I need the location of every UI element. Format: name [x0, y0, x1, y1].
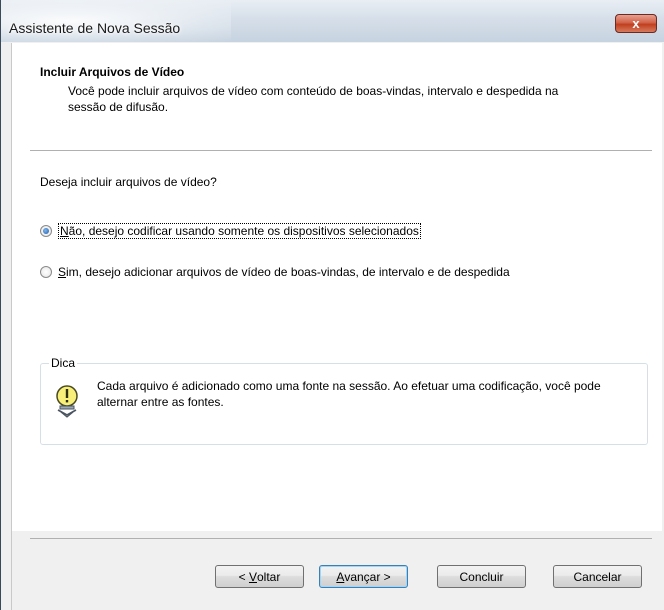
option-add-video[interactable]: Sim, desejo adicionar arquivos de vídeo … — [40, 265, 510, 279]
back-mnemonic: V — [248, 569, 257, 584]
radio-no-video[interactable] — [40, 225, 52, 237]
tip-text: Cada arquivo é adicionado como uma fonte… — [97, 379, 601, 409]
option-no-video-label[interactable]: Não, desejo codificar usando somente os … — [58, 223, 421, 239]
cancel-button[interactable]: Cancelar — [553, 565, 642, 588]
mnemonic-n: N — [60, 224, 69, 238]
footer-divider — [30, 538, 652, 539]
next-mnemonic: A — [336, 569, 345, 584]
tip-groupbox: Dica Cada arquivo é adicionado como uma … — [40, 356, 648, 445]
page-description: Você pode incluir arquivos de vídeo com … — [68, 84, 559, 114]
page-title: Incluir Arquivos de Vídeo — [40, 65, 185, 79]
next-label: vançar > — [344, 569, 391, 584]
lightbulb-icon — [56, 385, 78, 418]
close-button[interactable]: x — [615, 14, 657, 33]
next-button[interactable]: Avançar > — [319, 565, 408, 588]
wizard-window: Assistente de Nova Sessão x Incluir Arqu… — [0, 0, 664, 610]
title-bar[interactable]: Assistente de Nova Sessão x — [1, 0, 664, 42]
close-icon: x — [632, 16, 640, 31]
wizard-body: Deseja incluir arquivos de vídeo? Não, d… — [12, 151, 662, 531]
mnemonic-s: S — [58, 265, 67, 279]
option-add-video-text: im, desejo adicionar arquivos de vídeo d… — [66, 265, 510, 279]
radio-add-video[interactable] — [40, 266, 52, 278]
option-add-video-label[interactable]: Sim, desejo adicionar arquivos de vídeo … — [58, 265, 510, 279]
back-label: oltar — [257, 569, 281, 584]
window-title: Assistente de Nova Sessão — [9, 20, 181, 36]
question-label: Deseja incluir arquivos de vídeo? — [40, 175, 217, 189]
finish-button[interactable]: Concluir — [437, 565, 526, 588]
option-no-video-text: ão, desejo codificar usando somente os d… — [68, 224, 419, 238]
wizard-client-area: Incluir Arquivos de Vídeo Você pode incl… — [11, 43, 662, 610]
option-no-video[interactable]: Não, desejo codificar usando somente os … — [40, 223, 421, 239]
back-button[interactable]: < Voltar — [215, 565, 304, 588]
back-prefix: < — [238, 569, 249, 584]
tip-legend: Dica — [49, 356, 78, 370]
wizard-header: Incluir Arquivos de Vídeo Você pode incl… — [12, 43, 662, 151]
